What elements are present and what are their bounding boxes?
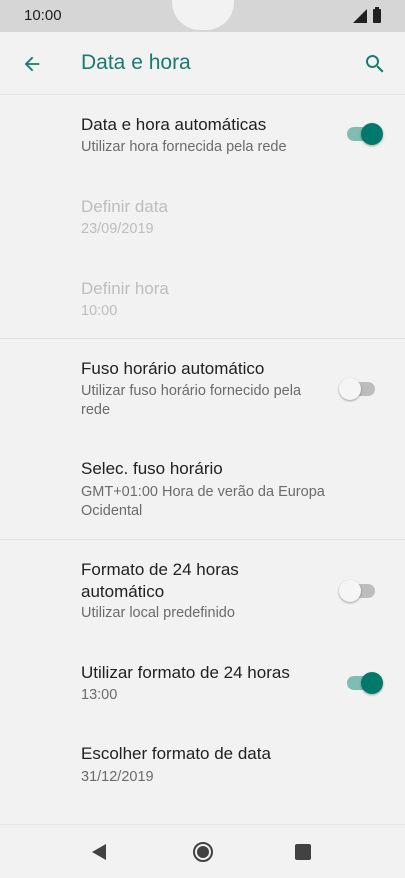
- search-button[interactable]: [357, 46, 393, 82]
- setting-auto-timezone[interactable]: Fuso horário automático Utilizar fuso ho…: [0, 339, 405, 440]
- setting-subtitle: Utilizar hora fornecida pela rede: [81, 139, 287, 155]
- nav-home-icon[interactable]: [193, 842, 213, 862]
- setting-value: 31/12/2019: [81, 769, 154, 785]
- navigation-bar: [0, 824, 405, 878]
- setting-title: Fuso horário automático: [81, 359, 265, 378]
- use-24h-toggle[interactable]: [347, 671, 383, 695]
- page-title: Data e hora: [81, 51, 191, 74]
- camera-notch: [160, 0, 246, 32]
- nav-back-icon[interactable]: [92, 844, 106, 860]
- back-button[interactable]: [14, 46, 50, 82]
- setting-title: Selec. fuso horário: [81, 459, 223, 478]
- nav-recents-icon[interactable]: [295, 844, 311, 860]
- search-icon: [366, 55, 384, 73]
- arrow-left-icon: [24, 56, 40, 72]
- setting-title: Escolher formato de data: [81, 744, 271, 763]
- setting-title: Data e hora automáticas: [81, 115, 267, 134]
- auto-datetime-toggle[interactable]: [347, 122, 383, 146]
- setting-title: Formato de 24 horas automático: [81, 560, 239, 601]
- setting-date-format[interactable]: Escolher formato de data 31/12/2019: [0, 725, 405, 807]
- setting-title: Utilizar formato de 24 horas: [81, 663, 290, 682]
- setting-subtitle: Utilizar fuso horário fornecido pela red…: [81, 383, 302, 418]
- status-bar: 10:00: [0, 0, 405, 32]
- setting-auto-datetime[interactable]: Data e hora automáticas Utilizar hora fo…: [0, 96, 405, 178]
- setting-value: 10:00: [81, 303, 118, 319]
- signal-icon: [353, 9, 367, 23]
- setting-value: 23/09/2019: [81, 221, 154, 237]
- setting-value: 13:00: [81, 687, 118, 703]
- setting-title: Definir data: [81, 197, 168, 216]
- battery-icon: [373, 7, 381, 23]
- setting-select-timezone[interactable]: Selec. fuso horário GMT+01:00 Hora de ve…: [0, 440, 405, 539]
- auto-24h-toggle[interactable]: [339, 579, 375, 603]
- setting-set-date: Definir data 23/09/2019: [0, 178, 405, 260]
- setting-title: Definir hora: [81, 279, 169, 298]
- setting-use-24h[interactable]: Utilizar formato de 24 horas 13:00: [0, 642, 405, 725]
- auto-timezone-toggle[interactable]: [339, 377, 375, 401]
- setting-auto-24h[interactable]: Formato de 24 horas automático Utilizar …: [0, 540, 405, 642]
- setting-subtitle: Utilizar local predefinido: [81, 605, 235, 621]
- app-bar: Data e hora: [0, 32, 405, 95]
- status-time: 10:00: [24, 7, 62, 24]
- setting-value: GMT+01:00 Hora de verão da Europa Ociden…: [81, 484, 325, 519]
- setting-set-time: Definir hora 10:00: [0, 260, 405, 338]
- system-icons: [353, 7, 381, 24]
